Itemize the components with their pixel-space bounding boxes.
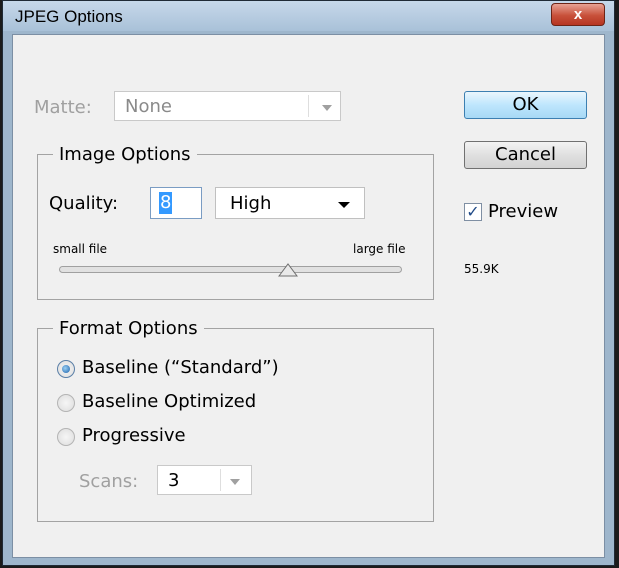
- dialog-window: JPEG Options x Matte: None Image Options…: [2, 0, 615, 566]
- matte-dropdown[interactable]: None: [114, 91, 341, 121]
- quality-slider[interactable]: [59, 266, 402, 273]
- close-button[interactable]: x: [551, 3, 605, 26]
- chevron-down-icon: [338, 202, 350, 208]
- close-icon: x: [573, 6, 583, 23]
- slider-min-label: small file: [53, 242, 108, 256]
- quality-preset-value: High: [230, 193, 272, 214]
- chevron-down-icon: [322, 105, 332, 111]
- preview-label: Preview: [488, 201, 559, 222]
- baseline-standard-label: Baseline (“Standard”): [82, 357, 279, 378]
- preview-checkbox[interactable]: ✓: [464, 203, 482, 221]
- radio-progressive[interactable]: [57, 428, 75, 446]
- window-title: JPEG Options: [15, 7, 123, 26]
- dropdown-separator: [308, 95, 309, 117]
- image-options-group: Image Options: [37, 144, 434, 300]
- quality-label: Quality:: [49, 193, 119, 214]
- scans-dropdown[interactable]: 3: [157, 465, 252, 495]
- format-options-legend: Format Options: [59, 318, 198, 339]
- progressive-label: Progressive: [82, 425, 186, 446]
- quality-preset-dropdown[interactable]: High: [215, 187, 365, 219]
- file-size-readout: 55.9K: [464, 262, 499, 276]
- quality-value: 8: [159, 192, 173, 214]
- dialog-content: Matte: None Image Options Quality: 8 Hig…: [12, 34, 605, 558]
- chevron-down-icon: [230, 479, 240, 485]
- scans-value: 3: [168, 470, 180, 491]
- quality-input[interactable]: 8: [150, 187, 202, 219]
- slider-thumb-icon[interactable]: [277, 263, 298, 277]
- ok-button[interactable]: OK: [464, 91, 587, 119]
- radio-baseline-standard[interactable]: [57, 360, 75, 378]
- image-options-legend: Image Options: [59, 144, 191, 165]
- radio-baseline-optimized[interactable]: [57, 394, 75, 412]
- matte-label: Matte:: [34, 97, 92, 118]
- slider-max-label: large file: [353, 242, 406, 256]
- cancel-button[interactable]: Cancel: [464, 141, 587, 169]
- matte-value: None: [125, 96, 172, 117]
- dropdown-separator: [220, 469, 221, 491]
- checkmark-icon: ✓: [466, 202, 480, 221]
- title-bar[interactable]: JPEG Options x: [3, 1, 614, 31]
- scans-label: Scans:: [79, 471, 139, 492]
- baseline-optimized-label: Baseline Optimized: [82, 391, 257, 412]
